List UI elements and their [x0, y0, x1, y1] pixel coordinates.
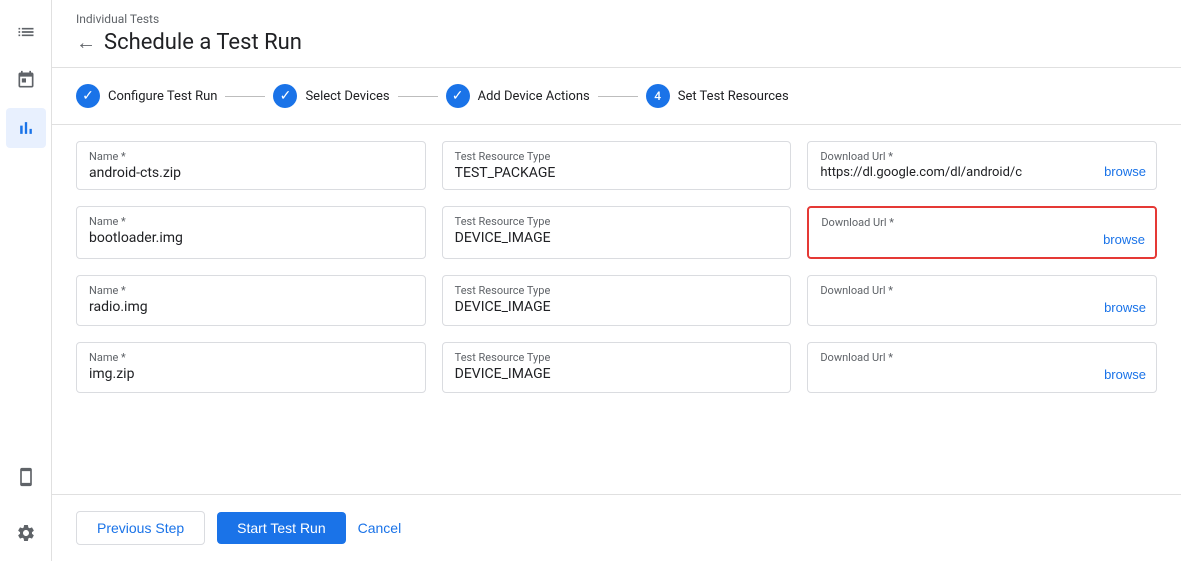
stepper: ✓ Configure Test Run ✓ Select Devices ✓ … — [52, 68, 1181, 125]
url-label-3: Download Url * — [820, 284, 1144, 297]
url-field-3: Download Url * browse — [807, 275, 1157, 326]
connector-1 — [225, 96, 265, 97]
name-label-1: Name * — [89, 150, 413, 163]
type-field-2: Test Resource Type DEVICE_IMAGE — [442, 206, 792, 259]
resource-row-1: Name * android-cts.zip Test Resource Typ… — [76, 141, 1157, 190]
url-label-4: Download Url * — [820, 351, 1144, 364]
step-2-circle: ✓ — [273, 84, 297, 108]
type-value-3[interactable]: DEVICE_IMAGE — [455, 299, 779, 315]
step-2-label: Select Devices — [305, 89, 389, 104]
url-value-3[interactable] — [820, 299, 1144, 317]
type-field-4: Test Resource Type DEVICE_IMAGE — [442, 342, 792, 393]
breadcrumb: Individual Tests — [76, 12, 1157, 26]
step-2: ✓ Select Devices — [273, 84, 389, 108]
type-value-1[interactable]: TEST_PACKAGE — [455, 165, 779, 181]
url-label-1: Download Url * — [820, 150, 1144, 163]
type-value-2[interactable]: DEVICE_IMAGE — [455, 230, 779, 246]
sidebar — [0, 0, 52, 561]
url-label-2: Download Url * — [821, 216, 1143, 229]
sidebar-icon-chart[interactable] — [6, 108, 46, 148]
type-label-1: Test Resource Type — [455, 150, 779, 163]
step-4-label: Set Test Resources — [678, 89, 789, 104]
name-field-1: Name * android-cts.zip — [76, 141, 426, 190]
sidebar-icon-list[interactable] — [6, 12, 46, 52]
step-1-label: Configure Test Run — [108, 89, 217, 104]
start-test-run-button[interactable]: Start Test Run — [217, 512, 345, 544]
name-label-4: Name * — [89, 351, 413, 364]
name-value-2[interactable]: bootloader.img — [89, 230, 413, 246]
sidebar-icon-settings[interactable] — [6, 513, 46, 553]
cancel-button[interactable]: Cancel — [358, 520, 402, 536]
url-field-2: Download Url * browse — [807, 206, 1157, 259]
url-field-1: Download Url * https://dl.google.com/dl/… — [807, 141, 1157, 190]
name-value-1[interactable]: android-cts.zip — [89, 165, 413, 181]
step-3-label: Add Device Actions — [478, 89, 590, 104]
connector-3 — [598, 96, 638, 97]
browse-button-2[interactable]: browse — [1103, 232, 1145, 247]
browse-button-4[interactable]: browse — [1104, 367, 1146, 382]
type-field-1: Test Resource Type TEST_PACKAGE — [442, 141, 792, 190]
type-label-2: Test Resource Type — [455, 215, 779, 228]
type-label-4: Test Resource Type — [455, 351, 779, 364]
name-field-3: Name * radio.img — [76, 275, 426, 326]
step-1: ✓ Configure Test Run — [76, 84, 217, 108]
resource-row-4: Name * img.zip Test Resource Type DEVICE… — [76, 342, 1157, 393]
name-value-3[interactable]: radio.img — [89, 299, 413, 315]
step-1-circle: ✓ — [76, 84, 100, 108]
type-value-4[interactable]: DEVICE_IMAGE — [455, 366, 779, 382]
url-value-2[interactable] — [821, 231, 1143, 249]
step-3: ✓ Add Device Actions — [446, 84, 590, 108]
previous-step-button[interactable]: Previous Step — [76, 511, 205, 545]
name-value-4[interactable]: img.zip — [89, 366, 413, 382]
step-3-circle: ✓ — [446, 84, 470, 108]
name-field-4: Name * img.zip — [76, 342, 426, 393]
browse-button-1[interactable]: browse — [1104, 164, 1146, 179]
url-value-1[interactable]: https://dl.google.com/dl/android/c — [820, 165, 1084, 180]
resource-row-2: Name * bootloader.img Test Resource Type… — [76, 206, 1157, 259]
back-button[interactable]: ← — [76, 33, 96, 53]
type-field-3: Test Resource Type DEVICE_IMAGE — [442, 275, 792, 326]
page-title: Schedule a Test Run — [104, 30, 302, 55]
name-field-2: Name * bootloader.img — [76, 206, 426, 259]
url-field-4: Download Url * browse — [807, 342, 1157, 393]
url-value-4[interactable] — [820, 366, 1144, 384]
content-area: Name * android-cts.zip Test Resource Typ… — [52, 125, 1181, 494]
step-4-circle: 4 — [646, 84, 670, 108]
type-label-3: Test Resource Type — [455, 284, 779, 297]
name-label-3: Name * — [89, 284, 413, 297]
main-content: Individual Tests ← Schedule a Test Run ✓… — [52, 0, 1181, 561]
resource-row-3: Name * radio.img Test Resource Type DEVI… — [76, 275, 1157, 326]
header: Individual Tests ← Schedule a Test Run — [52, 0, 1181, 68]
browse-button-3[interactable]: browse — [1104, 300, 1146, 315]
sidebar-icon-phone[interactable] — [6, 457, 46, 497]
name-label-2: Name * — [89, 215, 413, 228]
footer: Previous Step Start Test Run Cancel — [52, 494, 1181, 561]
step-4: 4 Set Test Resources — [646, 84, 789, 108]
sidebar-icon-calendar[interactable] — [6, 60, 46, 100]
connector-2 — [398, 96, 438, 97]
